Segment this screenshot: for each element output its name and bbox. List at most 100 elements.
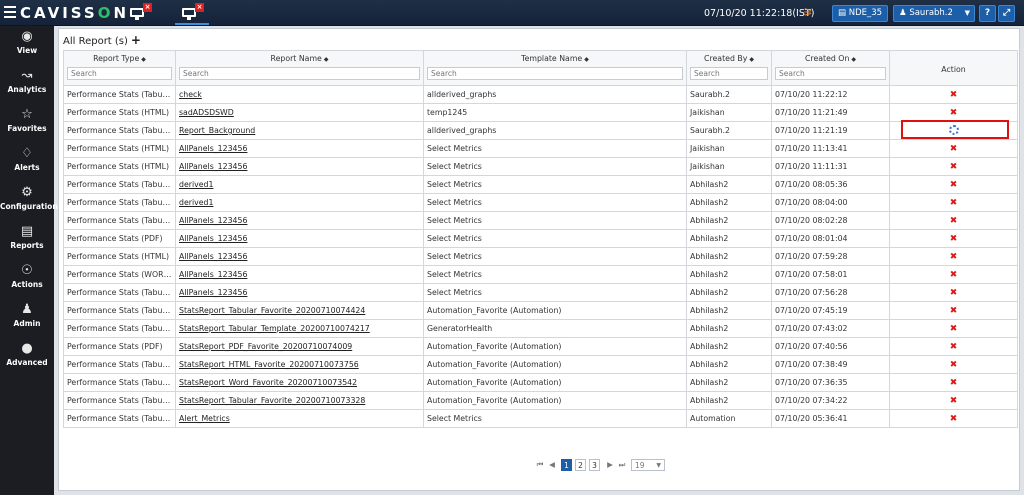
delete-icon[interactable]: ✖ [950,270,958,280]
table-row[interactable]: Performance Stats (Tabular) AllPanels_123… [63,211,1018,230]
sidebar-item-configuration[interactable]: ⚙ Configuration [0,182,58,220]
col-created-on[interactable]: Created On ◆ [771,50,890,86]
delete-icon[interactable]: ✖ [950,216,958,226]
delete-icon[interactable]: ✖ [950,342,958,352]
table-row[interactable]: Performance Stats (Tabular) check allderiv… [63,85,1018,104]
table-row[interactable]: Performance Stats (Tabular) StatsReport_W… [63,373,1018,392]
search-report-name[interactable] [179,67,420,80]
table-row[interactable]: Performance Stats (Tabular) StatsReport_T… [63,319,1018,338]
page-3-button[interactable]: 3 [589,459,600,471]
report-name-link[interactable]: AllPanels_123456 [175,229,424,248]
table-row[interactable]: Performance Stats (Tabular) StatsReport_H… [63,355,1018,374]
delete-icon[interactable]: ✖ [950,360,958,370]
sidebar-item-actions[interactable]: ☉ Actions [0,260,54,298]
report-name-link[interactable]: StatsReport_HTML_Favorite_20200710073756 [175,355,424,374]
add-report-button[interactable]: + [131,33,141,47]
search-report-type[interactable] [67,67,172,80]
user-menu-button[interactable]: ♟ Saurabh.2 ▼ [893,5,975,22]
delete-icon[interactable]: ✖ [950,234,958,244]
sort-icon[interactable]: ◆ [584,56,589,63]
sort-icon[interactable]: ◆ [749,56,754,63]
sidebar-item-alerts[interactable]: ♢ Alerts [0,143,54,181]
delete-icon[interactable]: ✖ [950,198,958,208]
table-row[interactable]: Performance Stats (PDF) AllPanels_123456 S… [63,229,1018,248]
report-name-link[interactable]: StatsReport_Tabular_Favorite_20200710074… [175,301,424,320]
delete-icon[interactable]: ✖ [950,414,958,424]
sidebar-item-favorites[interactable]: ☆ Favorites [0,104,54,142]
sidebar-item-analytics[interactable]: ↝ Analytics [0,65,54,103]
report-name-link[interactable]: check [175,85,424,104]
last-page-icon[interactable]: ⏭ [617,459,627,471]
report-name-link[interactable]: StatsReport_PDF_Favorite_20200710074009 [175,337,424,356]
table-row[interactable]: Performance Stats (Tabular) AllPanels_123… [63,283,1018,302]
table-row[interactable]: Performance Stats (HTML) AllPanels_123456… [63,247,1018,266]
table-row[interactable]: Performance Stats (Tabular) StatsReport_T… [63,391,1018,410]
delete-icon[interactable]: ✖ [950,162,958,172]
delete-icon[interactable]: ✖ [950,108,958,118]
report-name-link[interactable]: sadADSDSWD [175,103,424,122]
table-row[interactable]: Performance Stats (HTML) sadADSDSWD temp12… [63,103,1018,122]
report-name-link[interactable]: AllPanels_123456 [175,157,424,176]
table-row[interactable]: Performance Stats (Tabular) derived1 Selec… [63,175,1018,194]
alert-bell-icon[interactable]: ⚞ [803,7,815,19]
report-name-link[interactable]: derived1 [175,175,424,194]
sidebar-item-view[interactable]: ◉ View [0,26,54,64]
fullscreen-button[interactable]: ⤢ [998,5,1015,22]
search-created-by[interactable] [690,67,768,80]
table-row[interactable]: Performance Stats (WORD) AllPanels_123456… [63,265,1018,284]
col-report-type[interactable]: Report Type ◆ [63,50,176,86]
menu-icon[interactable] [4,6,16,18]
delete-icon[interactable]: ✖ [950,396,958,406]
help-button[interactable]: ? [979,5,996,22]
monitor-tab-icon[interactable]: × [128,3,152,22]
report-name-link[interactable]: Report_Background [175,121,424,140]
report-name-link[interactable]: StatsReport_Tabular_Favorite_20200710073… [175,391,424,410]
sidebar-item-reports[interactable]: ▤ Reports [0,221,54,259]
cell-template-name: Automation_Favorite (Automation) [423,337,687,356]
col-template-name[interactable]: Template Name ◆ [423,50,687,86]
delete-icon[interactable]: ✖ [950,324,958,334]
search-created-on[interactable] [775,67,886,80]
delete-icon[interactable]: ✖ [950,180,958,190]
table-row[interactable]: Performance Stats (Tabular) derived1 Selec… [63,193,1018,212]
first-page-icon[interactable]: ⏮ [535,459,545,471]
delete-icon[interactable]: ✖ [950,378,958,388]
col-created-by[interactable]: Created By ◆ [686,50,772,86]
page-2-button[interactable]: 2 [575,459,586,471]
delete-icon[interactable]: ✖ [950,252,958,262]
report-tab-icon[interactable]: × [180,3,204,22]
sort-icon[interactable]: ◆ [141,56,146,63]
table-row[interactable]: Performance Stats (HTML) AllPanels_123456… [63,139,1018,158]
delete-icon[interactable]: ✖ [950,90,958,100]
sidebar-item-advanced[interactable]: ● Advanced [0,338,54,376]
report-name-link[interactable]: Alert_Metrics [175,409,424,428]
sort-icon[interactable]: ◆ [851,56,856,63]
search-template-name[interactable] [427,67,683,80]
report-name-link[interactable]: AllPanels_123456 [175,247,424,266]
col-report-name[interactable]: Report Name ◆ [175,50,424,86]
report-name-link[interactable]: StatsReport_Word_Favorite_20200710073542 [175,373,424,392]
close-tab-icon[interactable]: × [195,3,204,12]
report-name-link[interactable]: AllPanels_123456 [175,211,424,230]
nde-button[interactable]: ▤ NDE_35 [832,5,888,22]
report-name-link[interactable]: StatsReport_Tabular_Template_20200710074… [175,319,424,338]
page-1-button[interactable]: 1 [561,459,572,471]
report-name-link[interactable]: derived1 [175,193,424,212]
delete-icon[interactable]: ✖ [950,306,958,316]
report-name-link[interactable]: AllPanels_123456 [175,265,424,284]
sort-icon[interactable]: ◆ [324,56,329,63]
table-row[interactable]: Performance Stats (HTML) AllPanels_123456… [63,157,1018,176]
close-tab-icon[interactable]: × [143,3,152,12]
sidebar-item-admin[interactable]: ♟ Admin [0,299,54,337]
report-name-link[interactable]: AllPanels_123456 [175,283,424,302]
table-row[interactable]: Performance Stats (Tabular) Alert_Metrics… [63,409,1018,428]
next-page-icon[interactable]: ▶ [605,459,615,471]
report-name-link[interactable]: AllPanels_123456 [175,139,424,158]
prev-page-icon[interactable]: ◀ [547,459,557,471]
delete-icon[interactable]: ✖ [950,144,958,154]
table-row[interactable]: Performance Stats (Tabular) Report_Backgr… [63,121,1018,140]
table-row[interactable]: Performance Stats (PDF) StatsReport_PDF_F… [63,337,1018,356]
delete-icon[interactable]: ✖ [950,288,958,298]
table-row[interactable]: Performance Stats (Tabular) StatsReport_T… [63,301,1018,320]
rows-per-page-select[interactable]: 19 ▼ [631,459,665,471]
